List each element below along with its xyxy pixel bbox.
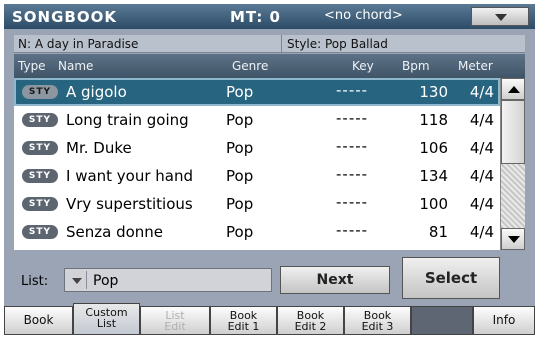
scroll-thumb[interactable] [501,100,525,164]
song-key: ----- [336,81,369,99]
tab-book-edit-2[interactable]: Book Edit 2 [277,306,344,335]
style-name-label: Style: Pop Ballad [287,37,388,51]
select-button[interactable]: Select [402,257,500,299]
song-bpm: 118 [419,111,448,129]
song-bpm: 100 [419,195,448,213]
tab-book-edit-3-line2: Edit 3 [361,320,394,333]
column-genre-header[interactable]: Genre [232,59,268,73]
chevron-down-icon [495,14,507,21]
list-label: List: [21,274,49,289]
song-meter: 4/4 [469,139,494,157]
tab-book[interactable]: Book [4,306,73,335]
song-meter: 4/4 [469,195,494,213]
column-key-header[interactable]: Key [352,59,374,73]
song-bpm: 130 [419,83,448,101]
column-type-header[interactable]: Type [18,59,46,73]
song-meter: 4/4 [469,167,494,185]
column-bpm-header[interactable]: Bpm [402,59,430,73]
song-genre: Pop [226,83,254,101]
song-meter: 4/4 [469,111,494,129]
song-genre: Pop [226,111,254,129]
song-name: Senza donne [66,223,164,241]
song-list: STY A gigolo Pop ----- 130 4/4 STY Long … [14,78,500,250]
info-bar: N: A day in Paradise Style: Pop Ballad [14,35,525,53]
style-type-badge: STY [22,169,58,183]
tab-book-edit-1-line2: Edit 1 [227,320,260,333]
song-genre: Pop [226,139,254,157]
song-name-label: N: A day in Paradise [18,37,139,51]
title-bar: SONGBOOK MT: 0 <no chord> [4,4,535,29]
tab-book-edit-1[interactable]: Book Edit 1 [210,306,277,335]
chevron-down-icon [72,278,82,284]
list-item[interactable]: STY A gigolo Pop ----- 130 4/4 [14,78,500,106]
style-type-badge: STY [22,85,58,99]
tab-info-label: Info [492,313,516,327]
chord-indicator: <no chord> [324,8,403,23]
song-key: ----- [336,221,369,239]
page-title: SONGBOOK [12,8,117,26]
song-meter: 4/4 [469,223,494,241]
tab-custom-list[interactable]: Custom List [73,303,140,335]
tab-empty [411,306,473,335]
select-divider [86,271,87,289]
style-type-badge: STY [22,141,58,155]
list-item[interactable]: STY Senza donne Pop ----- 81 4/4 [14,218,500,246]
style-type-badge: STY [22,113,58,127]
tab-list-edit[interactable]: List Edit [140,306,210,335]
list-item[interactable]: STY Long train going Pop ----- 118 4/4 [14,106,500,134]
column-name-header[interactable]: Name [58,59,93,73]
list-item[interactable]: STY I want your hand Pop ----- 134 4/4 [14,162,500,190]
column-header: Type Name Genre Key Bpm Meter [14,54,525,78]
page-menu-button[interactable] [471,7,529,26]
song-key: ----- [336,137,369,155]
tab-book-label: Book [23,313,54,327]
song-name: A gigolo [66,83,127,101]
scroll-up-button[interactable] [501,78,525,100]
list-select-value: Pop [93,273,119,289]
song-bpm: 106 [419,139,448,157]
song-bpm: 81 [428,223,448,241]
arrow-up-icon [508,86,520,93]
style-type-badge: STY [22,197,58,211]
list-item[interactable]: STY Mr. Duke Pop ----- 106 4/4 [14,134,500,162]
arrow-down-icon [508,236,520,243]
next-button[interactable]: Next [280,266,390,294]
tab-custom-list-line2: List [96,317,117,330]
song-name: Mr. Duke [66,139,132,157]
song-genre: Pop [226,195,254,213]
song-key: ----- [336,193,369,211]
master-transpose-indicator: MT: 0 [230,8,281,26]
tab-bar: Book Custom List List Edit Book Edit 1 B… [4,303,535,335]
song-name: Vry superstitious [66,195,193,213]
column-meter-header[interactable]: Meter [458,59,493,73]
song-key: ----- [336,109,369,127]
song-bpm: 134 [419,167,448,185]
style-type-badge: STY [22,225,58,239]
song-genre: Pop [226,223,254,241]
list-select[interactable]: Pop [64,268,272,292]
tab-book-edit-3[interactable]: Book Edit 3 [344,306,411,335]
tab-list-edit-line2: Edit [164,320,186,333]
tab-book-edit-2-line2: Edit 2 [294,320,327,333]
list-scrollbar[interactable] [500,78,525,250]
tab-info[interactable]: Info [473,306,535,335]
songbook-screen: SONGBOOK MT: 0 <no chord> N: A day in Pa… [4,4,535,335]
song-meter: 4/4 [469,83,494,101]
song-name: I want your hand [66,167,194,185]
list-item[interactable]: STY Vry superstitious Pop ----- 100 4/4 [14,190,500,218]
song-genre: Pop [226,167,254,185]
song-name: Long train going [66,111,189,129]
scroll-down-button[interactable] [501,228,525,250]
info-divider [281,35,282,53]
song-key: ----- [336,165,369,183]
